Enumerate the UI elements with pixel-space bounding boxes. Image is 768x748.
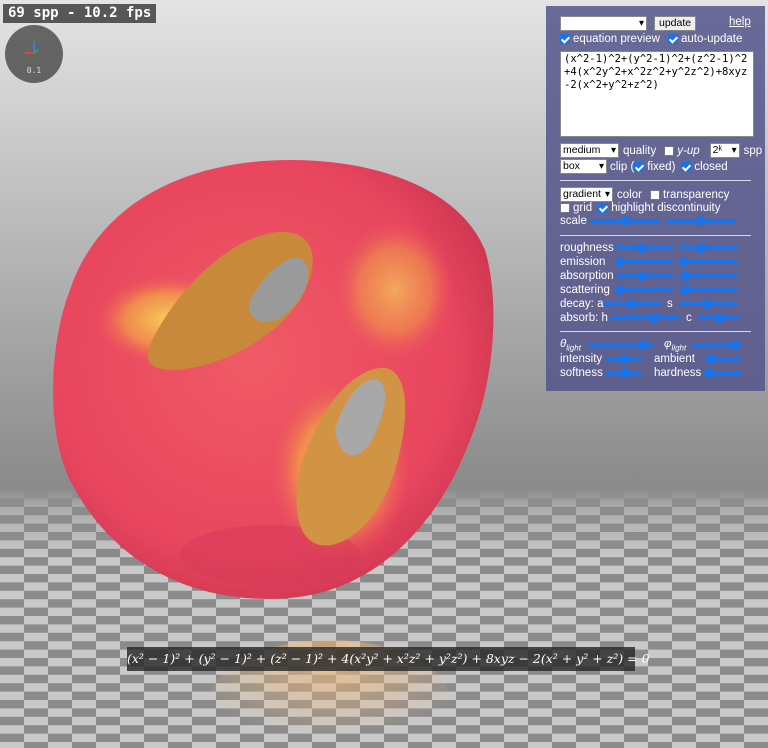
absorption-label: absorption: [560, 270, 614, 282]
equation-preview-label: equation preview: [573, 33, 660, 45]
scattering-label: scattering: [560, 284, 610, 296]
intensity-slider[interactable]: [605, 354, 642, 364]
decay-a-label: decay: a: [560, 298, 604, 310]
hardness-label: hardness: [654, 367, 702, 379]
fixed-label: fixed): [647, 160, 676, 173]
phi-light-subscript: light: [671, 343, 687, 353]
absorption-slider-2[interactable]: [679, 271, 737, 281]
emission-slider-2[interactable]: [679, 257, 737, 267]
color-select[interactable]: gradient: [560, 187, 613, 202]
absorb-h-label: absorb: h: [560, 312, 608, 324]
theta-light-slider[interactable]: [588, 340, 654, 351]
emission-label: emission: [560, 256, 606, 268]
emission-slider-1[interactable]: [615, 257, 673, 267]
scale-slider-1[interactable]: [590, 216, 660, 226]
ambient-label: ambient: [654, 353, 695, 365]
scale-slider-2[interactable]: [666, 216, 736, 226]
preset-select[interactable]: [560, 16, 647, 31]
update-button[interactable]: update: [654, 16, 697, 31]
roughness-label: roughness: [560, 242, 614, 254]
grid-label: grid: [573, 202, 593, 214]
equation-preview-checkbox[interactable]: [560, 34, 570, 44]
theta-light-subscript: light: [566, 343, 581, 353]
spp-select[interactable]: 2ᵏ: [709, 143, 740, 158]
spp-label: spp: [743, 144, 763, 157]
decay-a-slider[interactable]: [603, 299, 661, 309]
absorb-h-slider[interactable]: [610, 313, 680, 323]
gizmo-scale-label: 0.1: [26, 66, 42, 75]
theta-light-label: θlight: [560, 338, 588, 352]
decay-s-slider[interactable]: [679, 299, 737, 309]
roughness-slider-2[interactable]: [679, 243, 737, 253]
closed-label: closed: [694, 160, 728, 173]
scale-label: scale: [560, 215, 587, 227]
decay-s-label: s: [667, 298, 673, 310]
auto-update-checkbox[interactable]: [667, 34, 678, 44]
transparency-label: transparency: [662, 188, 730, 201]
softness-label: softness: [560, 367, 603, 379]
highlight-discontinuity-checkbox[interactable]: [598, 203, 609, 213]
scattering-slider-2[interactable]: [679, 285, 737, 295]
hardness-slider[interactable]: [704, 368, 742, 378]
color-label: color: [617, 188, 642, 201]
divider: [560, 180, 751, 181]
y-up-label: y-up: [677, 144, 700, 157]
phi-light-slider[interactable]: [692, 340, 742, 351]
y-up-checkbox[interactable]: [664, 145, 675, 156]
grid-checkbox[interactable]: [560, 203, 570, 213]
control-panel: update help equation preview auto-update…: [546, 6, 765, 391]
fps-counter: 69 spp - 10.2 fps: [3, 4, 157, 23]
divider: [560, 235, 751, 236]
quality-select[interactable]: medium: [560, 143, 619, 158]
phi-symbol: φ: [664, 338, 672, 350]
scattering-slider-1[interactable]: [615, 285, 673, 295]
roughness-slider-1[interactable]: [615, 243, 673, 253]
equation-textarea[interactable]: (x^2-1)^2+(y^2-1)^2+(z^2-1)^2+4(x^2y^2+x…: [560, 51, 754, 137]
equation-preview: (x² − 1)² + (y² − 1)² + (z² − 1)² + 4(x²…: [127, 647, 650, 671]
clip-select[interactable]: box: [560, 159, 607, 174]
closed-checkbox[interactable]: [681, 161, 692, 172]
clip-label: clip (: [610, 160, 635, 173]
transparency-checkbox[interactable]: [649, 189, 660, 200]
absorb-c-label: c: [686, 312, 692, 324]
absorption-slider-1[interactable]: [615, 271, 673, 281]
divider: [560, 331, 751, 332]
highlight-discontinuity-label: highlight discontinuity: [611, 202, 721, 214]
intensity-label: intensity: [560, 353, 603, 365]
softness-slider[interactable]: [605, 368, 642, 378]
absorb-c-slider[interactable]: [698, 313, 740, 323]
phi-light-label: φlight: [664, 338, 692, 352]
quality-label: quality: [623, 144, 657, 157]
auto-update-label: auto-update: [680, 33, 743, 45]
fixed-checkbox[interactable]: [634, 161, 645, 172]
axis-gizmo[interactable]: 0.1: [5, 25, 63, 83]
ambient-slider[interactable]: [704, 354, 742, 364]
help-link[interactable]: help: [729, 16, 751, 28]
